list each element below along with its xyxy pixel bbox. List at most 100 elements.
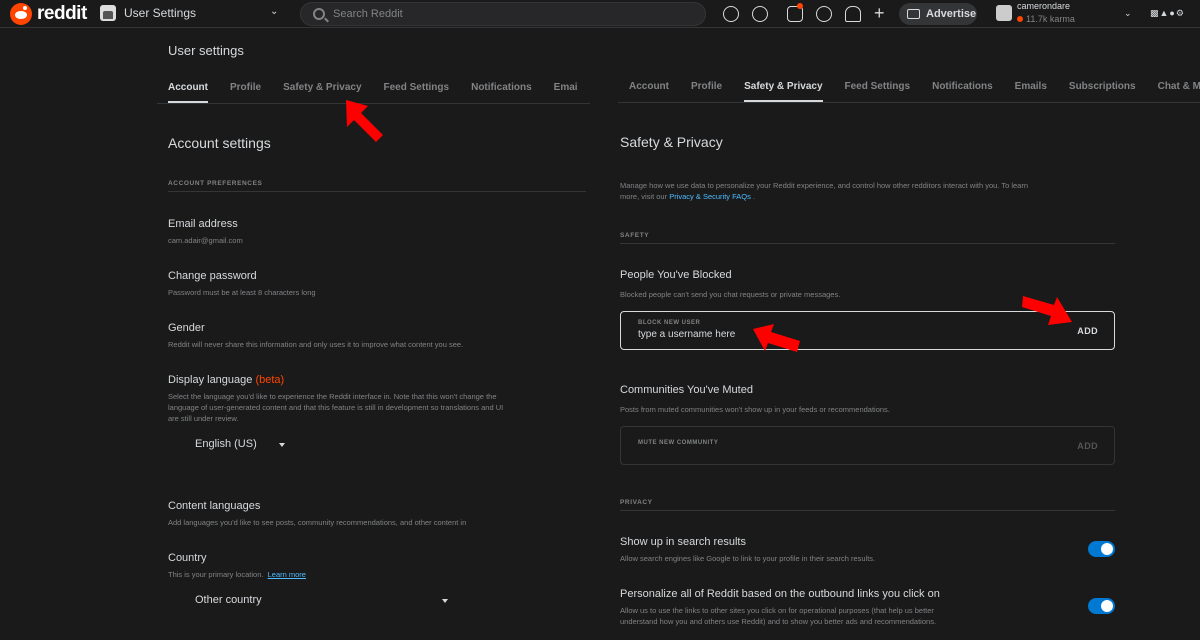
avatar[interactable]: [996, 5, 1012, 21]
tab-notifications[interactable]: Notifications: [471, 82, 532, 103]
password-desc: Password must be at least 8 characters l…: [168, 288, 316, 297]
muted-desc: Posts from muted communities won't show …: [620, 405, 890, 414]
advertise-button[interactable]: Advertise: [899, 3, 977, 25]
add-blocked-user-button[interactable]: ADD: [1077, 326, 1098, 336]
display-language-desc: Select the language you'd like to experi…: [168, 391, 503, 424]
tab-emails[interactable]: Emai: [554, 82, 578, 103]
intro-suffix: .: [750, 192, 756, 201]
community-label: User Settings: [124, 6, 197, 20]
blocked-title: People You've Blocked: [620, 269, 732, 281]
tab-emails[interactable]: Emails: [1015, 81, 1047, 102]
add-muted-community-button[interactable]: ADD: [1077, 441, 1098, 451]
tab-notifications[interactable]: Notifications: [932, 81, 993, 102]
tab-chat-messaging[interactable]: Chat & M: [1158, 81, 1200, 102]
tab-profile[interactable]: Profile: [230, 82, 261, 103]
language-select[interactable]: English (US): [195, 438, 257, 450]
desc-line: language of user-generated content and t…: [168, 403, 504, 412]
search-results-desc: Allow search engines like Google to link…: [620, 554, 876, 563]
safety-label: SAFETY: [620, 232, 650, 239]
annotation-arrow: [1022, 296, 1072, 325]
browser-extension-icons[interactable]: ▩▲●⚙: [1150, 8, 1185, 19]
intro-line: Manage how we use data to personalize yo…: [620, 181, 1029, 190]
megaphone-icon: [907, 9, 920, 19]
intro-line: more, visit our Privacy & Security FAQs …: [620, 191, 1028, 202]
account-preferences-label: ACCOUNT PREFERENCES: [168, 180, 263, 187]
karma-text: 11.7k karma: [1026, 14, 1075, 24]
annotation-arrow: [753, 324, 800, 352]
personalize-title: Personalize all of Reddit based on the o…: [620, 588, 940, 600]
bell-icon[interactable]: [845, 6, 861, 22]
page-title: User settings: [168, 43, 244, 58]
display-language-label: Display language: [168, 374, 253, 386]
country-desc-text: This is your primary location.: [168, 570, 264, 579]
tab-safety-privacy[interactable]: Safety & Privacy: [744, 81, 823, 102]
beta-badge: (beta): [255, 374, 285, 386]
account-settings-heading: Account settings: [168, 135, 271, 151]
desc-line: understand how you and others use Reddit…: [620, 617, 937, 626]
country-select[interactable]: Other country: [195, 594, 262, 606]
personalize-desc: Allow us to use the links to other sites…: [620, 605, 936, 627]
block-user-input[interactable]: type a username here: [638, 329, 735, 340]
username[interactable]: camerondare: [1017, 1, 1070, 11]
desc-line: are still under review.: [168, 414, 239, 423]
reddit-alien-icon: [10, 3, 32, 25]
logo-text: reddit: [37, 3, 87, 24]
tab-feed-settings[interactable]: Feed Settings: [384, 82, 450, 103]
display-language-title: Display language (beta): [168, 374, 284, 386]
mute-community-input[interactable]: MUTE NEW COMMUNITY: [638, 440, 718, 446]
chevron-down-icon[interactable]: [442, 599, 448, 603]
coins-icon[interactable]: [752, 6, 768, 22]
notification-dot: [797, 3, 803, 9]
email-value: cam.adair@gmail.com: [168, 236, 243, 245]
mute-community-field[interactable]: MUTE NEW COMMUNITY ADD: [620, 426, 1115, 465]
content-languages-title: Content languages: [168, 500, 261, 512]
tab-account[interactable]: Account: [629, 81, 669, 102]
desc-line: Select the language you'd like to experi…: [168, 392, 497, 401]
karma-count: 11.7k karma: [1017, 14, 1075, 24]
password-title[interactable]: Change password: [168, 270, 257, 282]
tab-feed-settings[interactable]: Feed Settings: [845, 81, 911, 102]
chevron-down-icon[interactable]: ⌄: [270, 6, 278, 17]
section-divider: [168, 191, 586, 192]
right-panel: Account Profile Safety & Privacy Feed Se…: [600, 28, 1200, 640]
tab-account[interactable]: Account: [168, 82, 208, 103]
country-desc: This is your primary location. Learn mor…: [168, 569, 306, 580]
safety-privacy-heading: Safety & Privacy: [620, 134, 723, 150]
block-user-label: BLOCK NEW USER: [638, 320, 701, 326]
annotation-arrow: [346, 100, 383, 142]
privacy-label: PRIVACY: [620, 499, 653, 506]
search-icon: [313, 8, 325, 20]
intro-prefix: more, visit our: [620, 192, 670, 201]
email-title: Email address: [168, 218, 238, 230]
desc-line: Allow us to use the links to other sites…: [620, 606, 934, 615]
section-divider: [620, 510, 1115, 511]
search-input[interactable]: Search Reddit: [333, 8, 403, 20]
top-bar: reddit User Settings ⌄ Search Reddit + A…: [0, 0, 1200, 28]
settings-tabs: Account Profile Safety & Privacy Feed Se…: [618, 81, 1200, 102]
user-settings-icon: [100, 5, 116, 21]
reddit-logo[interactable]: reddit: [10, 3, 87, 25]
safety-intro: Manage how we use data to personalize yo…: [620, 180, 1028, 202]
personalize-toggle[interactable]: [1088, 598, 1115, 614]
search-results-title: Show up in search results: [620, 536, 746, 548]
search-results-toggle[interactable]: [1088, 541, 1115, 557]
advertise-label: Advertise: [926, 8, 977, 20]
muted-title: Communities You've Muted: [620, 384, 753, 396]
user-menu-chevron-icon[interactable]: ⌄: [1124, 8, 1132, 19]
content-languages-desc: Add languages you'd like to see posts, c…: [168, 518, 467, 527]
chat-icon[interactable]: [816, 6, 832, 22]
privacy-faq-link[interactable]: Privacy & Security FAQs: [669, 192, 751, 201]
gender-title: Gender: [168, 322, 205, 334]
chevron-down-icon[interactable]: [279, 443, 285, 447]
section-divider: [620, 243, 1115, 244]
popular-icon[interactable]: [723, 6, 739, 22]
tab-subscriptions[interactable]: Subscriptions: [1069, 81, 1136, 102]
community-switcher[interactable]: User Settings: [100, 5, 196, 21]
tab-profile[interactable]: Profile: [691, 81, 722, 102]
learn-more-link[interactable]: Learn more: [268, 570, 306, 579]
create-post-icon[interactable]: +: [874, 3, 885, 24]
gender-desc: Reddit will never share this information…: [168, 340, 464, 349]
left-panel: User settings Account Profile Safety & P…: [0, 28, 600, 640]
tabs-divider: [618, 102, 1200, 103]
search-bar[interactable]: Search Reddit: [300, 2, 706, 26]
